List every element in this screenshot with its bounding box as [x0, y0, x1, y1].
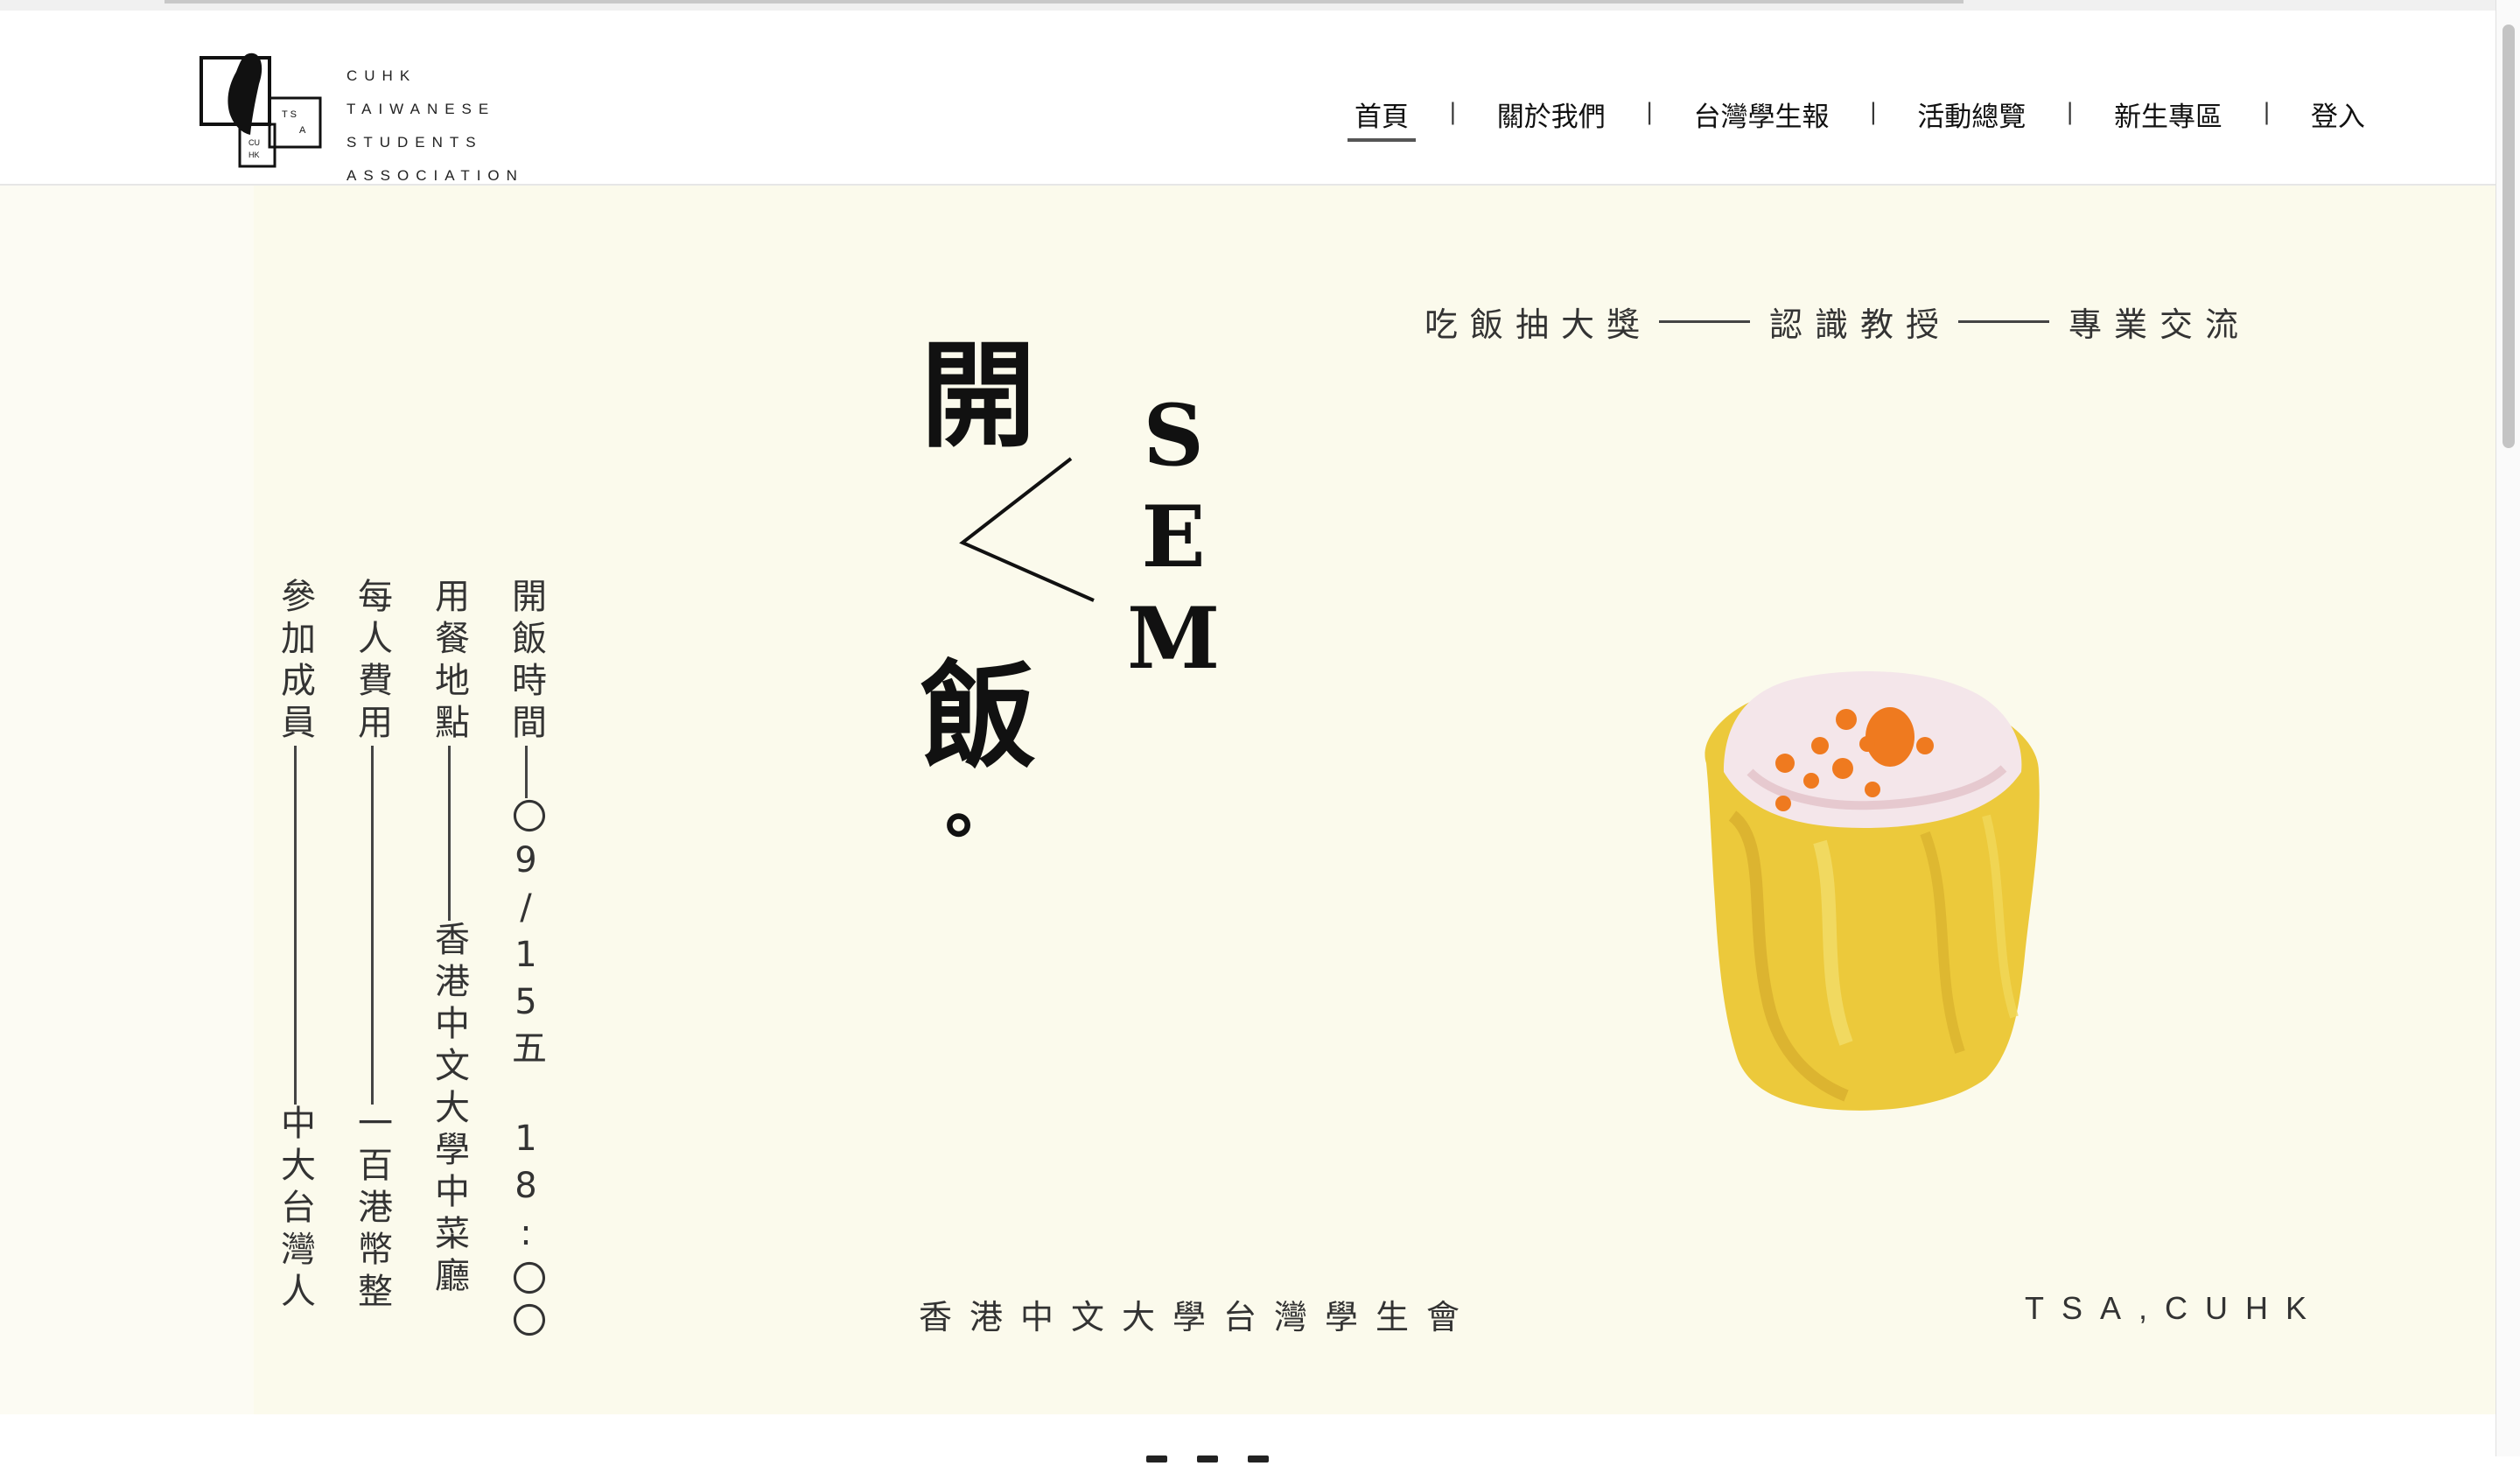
svg-text:HK: HK	[248, 151, 260, 159]
info-divider	[447, 746, 451, 921]
info-divider	[370, 746, 374, 1105]
tsa-logo-icon: T S A CU HK	[200, 53, 322, 168]
info-divider	[293, 746, 297, 1105]
logo-line: TAIWANESE	[346, 101, 496, 117]
info-label: 每人費用	[352, 578, 392, 746]
tagline-item: 吃飯抽大獎	[1424, 305, 1653, 344]
hero-left-fade	[0, 186, 254, 1414]
site-header: T S A CU HK CUHK TAIWANESE STUDENTS ASSO…	[0, 11, 2496, 186]
less-than-symbol	[959, 457, 1095, 602]
logo-line: STUDENTS	[346, 134, 483, 151]
nav-separator: |	[1645, 99, 1654, 125]
nav-events[interactable]: 活動總覽	[1910, 95, 2033, 147]
info-label: 開飯時間	[506, 578, 546, 746]
svg-text:A: A	[299, 125, 306, 136]
association-name: 香港中文大學台灣學生會	[919, 1298, 1478, 1336]
progress-fill	[164, 0, 1964, 4]
info-label: 參加成員	[275, 578, 315, 746]
association-abbr: TSA,CUHK	[2025, 1290, 2325, 1326]
tagline-dash	[1659, 320, 1751, 323]
info-column-time: 開飯時間〇9/15五 18:〇〇	[500, 578, 551, 1344]
title-open-char: 開	[920, 328, 1036, 464]
nav-login[interactable]: 登入	[2304, 95, 2372, 147]
logo-wordmark: CUHK TAIWANESE STUDENTS ASSOCIATION	[346, 60, 524, 193]
info-value: 一百港幣整	[352, 1105, 392, 1315]
nav-separator: |	[2066, 99, 2075, 125]
info-column-fee: 每人費用一百港幣整	[346, 578, 397, 1315]
scrollbar-thumb[interactable]	[2502, 25, 2515, 448]
nav-home[interactable]: 首頁	[1348, 95, 1416, 147]
nav-student-paper[interactable]: 台灣學生報	[1687, 95, 1837, 147]
info-label: 用餐地點	[429, 578, 469, 746]
nav-separator: |	[1449, 99, 1457, 125]
nav-freshmen[interactable]: 新生專區	[2107, 95, 2230, 147]
svg-text:CU: CU	[248, 138, 260, 147]
main-nav: 首頁 | 關於我們 | 台灣學生報 | 活動總覽 | 新生專區 | 登入	[1348, 95, 2372, 147]
info-column-venue: 用餐地點香港中文大學中菜廳	[424, 578, 474, 1299]
tagline-item: 專業交流	[2068, 305, 2251, 344]
logo-badge-text: T S	[282, 109, 297, 120]
sem-letter: M	[1127, 589, 1221, 688]
next-section	[0, 1414, 2496, 1462]
sem-letter: E	[1141, 487, 1206, 586]
info-value: 香港中文大學中菜廳	[429, 921, 469, 1299]
info-divider	[524, 746, 528, 798]
event-tagline: 吃飯抽大獎 認識教授 專業交流	[1424, 298, 2250, 346]
info-column-members: 參加成員中大台灣人	[270, 578, 320, 1315]
tagline-dash	[1958, 320, 2050, 323]
site-logo[interactable]: T S A CU HK CUHK TAIWANESE STUDENTS ASSO…	[198, 37, 530, 184]
nav-about[interactable]: 關於我們	[1490, 95, 1613, 147]
next-section-heading-peek	[1146, 1449, 1339, 1462]
nav-separator: |	[2263, 99, 2271, 125]
info-value: 〇9/15五 18:〇〇	[506, 798, 546, 1344]
hero-banner: 開飯時間〇9/15五 18:〇〇 用餐地點香港中文大學中菜廳 每人費用一百港幣整…	[0, 186, 2496, 1414]
page-load-progress	[0, 0, 2520, 11]
title-period: 。	[945, 766, 1015, 848]
tagline-item: 認識教授	[1769, 305, 1952, 344]
logo-line: CUHK	[346, 67, 417, 84]
info-value: 中大台灣人	[275, 1105, 315, 1315]
nav-separator: |	[1869, 99, 1878, 125]
shumai-illustration	[1704, 670, 2040, 1111]
sem-letter: S	[1143, 386, 1204, 485]
sem-word: S E M	[1127, 385, 1220, 690]
